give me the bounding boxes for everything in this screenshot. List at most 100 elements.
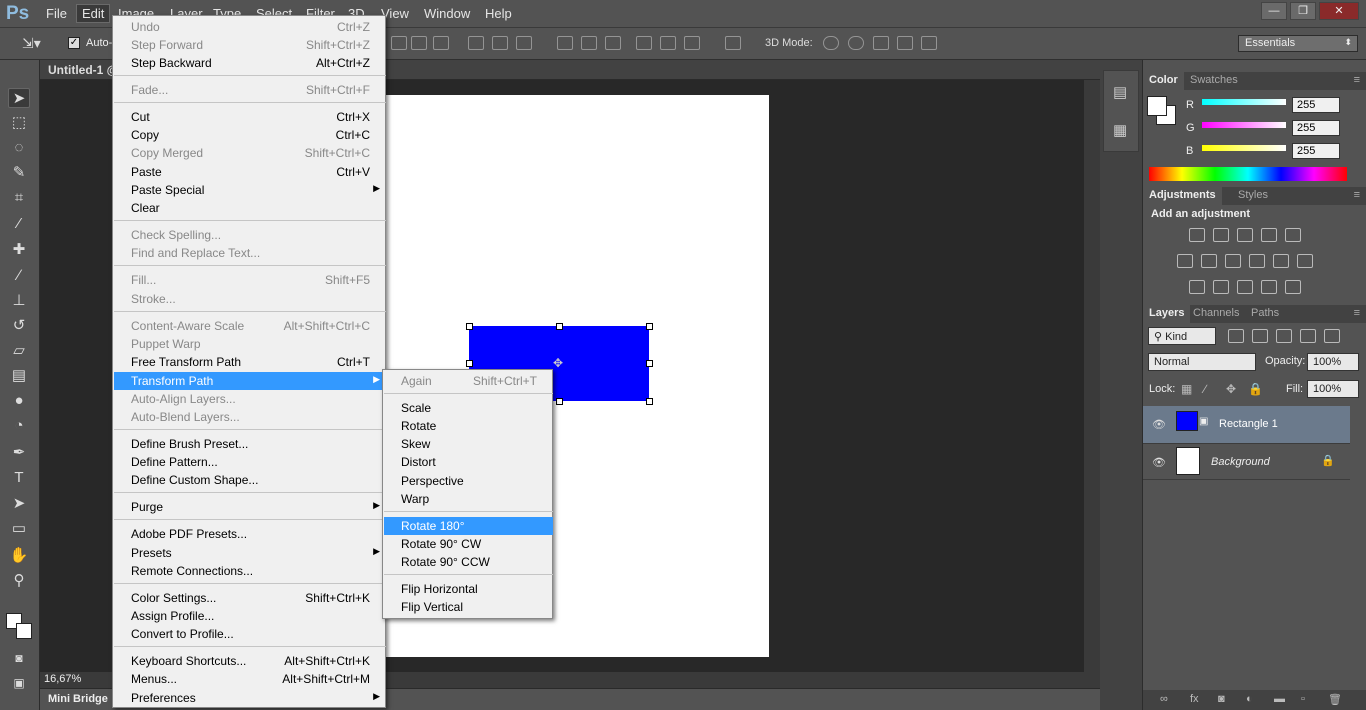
- layer-row[interactable]: 👁 Background 🔒: [1143, 443, 1350, 480]
- brightness-icon[interactable]: [1189, 228, 1205, 242]
- menu-item-menus[interactable]: Menus... Alt+Shift+Ctrl+M: [114, 670, 386, 688]
- menu-help[interactable]: Help: [485, 6, 512, 21]
- menu-item-assign-profile[interactable]: Assign Profile...: [114, 607, 386, 625]
- auto-align-icon[interactable]: [725, 36, 741, 50]
- menu-item-step-backward[interactable]: Step Backward Alt+Ctrl+Z: [114, 54, 386, 72]
- filter-adjustment-icon[interactable]: [1252, 329, 1268, 343]
- menu-item-cut[interactable]: Cut Ctrl+X: [114, 108, 386, 126]
- menu-item-define-pattern[interactable]: Define Pattern...: [114, 453, 386, 471]
- layer-filter-select[interactable]: ⚲ Kind: [1148, 327, 1216, 345]
- link-layers-icon[interactable]: ∞: [1160, 693, 1168, 705]
- menu-item-auto-blend-layers[interactable]: Auto-Blend Layers...: [114, 408, 386, 426]
- menu-item-preferences[interactable]: Preferences ▶: [114, 689, 386, 707]
- menu-item-warp[interactable]: Warp: [384, 490, 553, 508]
- transform-handle[interactable]: [646, 398, 653, 405]
- 3d-scale-icon[interactable]: [921, 36, 937, 50]
- distribute-icon[interactable]: [684, 36, 700, 50]
- blur-tool-icon[interactable]: ●: [8, 391, 30, 411]
- gradient-map-icon[interactable]: [1285, 280, 1301, 294]
- workspace-select[interactable]: Essentials ⬍: [1238, 35, 1358, 52]
- menu-item-clear[interactable]: Clear: [114, 199, 386, 217]
- tab-color[interactable]: Color: [1143, 72, 1184, 90]
- menu-item-flip-vertical[interactable]: Flip Vertical: [384, 598, 553, 616]
- hand-tool-icon[interactable]: ✋: [8, 546, 30, 566]
- color-fg-swatch[interactable]: [1147, 96, 1167, 116]
- lock-position-icon[interactable]: ✥: [1226, 382, 1236, 396]
- marquee-tool-icon[interactable]: ⬚: [8, 113, 30, 133]
- gradient-tool-icon[interactable]: ▤: [8, 366, 30, 386]
- menu-item-auto-align-layers[interactable]: Auto-Align Layers...: [114, 390, 386, 408]
- transform-handle[interactable]: [646, 360, 653, 367]
- blend-mode-select[interactable]: Normal: [1148, 353, 1256, 371]
- 3d-rotate-icon[interactable]: [823, 36, 839, 50]
- color-balance-icon[interactable]: [1201, 254, 1217, 268]
- rectangle-tool-icon[interactable]: ▭: [8, 519, 30, 539]
- photo-filter-icon[interactable]: [1249, 254, 1265, 268]
- layer-name[interactable]: Rectangle 1: [1219, 418, 1278, 430]
- menu-item-remote-connections[interactable]: Remote Connections...: [114, 562, 386, 580]
- menu-item-flip-horizontal[interactable]: Flip Horizontal: [384, 580, 553, 598]
- eraser-tool-icon[interactable]: ▱: [8, 341, 30, 361]
- lock-transparent-icon[interactable]: ▦: [1181, 382, 1192, 396]
- eye-icon[interactable]: 👁: [1152, 456, 1166, 469]
- new-group-icon[interactable]: ▬: [1274, 693, 1285, 705]
- menu-item-perspective[interactable]: Perspective: [384, 472, 553, 490]
- dodge-tool-icon[interactable]: ◔: [8, 416, 30, 436]
- menu-item-again[interactable]: Again Shift+Ctrl+T: [384, 372, 553, 390]
- menu-item-define-custom-shape[interactable]: Define Custom Shape...: [114, 471, 386, 489]
- quick-mask-icon[interactable]: ◙: [8, 648, 30, 668]
- eye-icon[interactable]: 👁: [1152, 418, 1166, 431]
- invert-icon[interactable]: [1189, 280, 1205, 294]
- distribute-icon[interactable]: [557, 36, 573, 50]
- channel-b-value[interactable]: 255: [1292, 143, 1340, 159]
- tab-paths[interactable]: Paths: [1251, 307, 1279, 319]
- type-tool-icon[interactable]: T: [8, 468, 30, 488]
- transform-handle[interactable]: [556, 398, 563, 405]
- new-layer-icon[interactable]: ▫: [1301, 693, 1305, 705]
- posterize-icon[interactable]: [1213, 280, 1229, 294]
- layer-style-icon[interactable]: fx: [1190, 693, 1199, 705]
- menu-item-fade[interactable]: Fade... Shift+Ctrl+F: [114, 81, 386, 99]
- 3d-pan-icon[interactable]: [873, 36, 889, 50]
- path-select-icon[interactable]: ➤: [8, 494, 30, 514]
- minimize-button[interactable]: —: [1261, 2, 1287, 20]
- exposure-icon[interactable]: [1261, 228, 1277, 242]
- align-icon[interactable]: [492, 36, 508, 50]
- 3d-slide-icon[interactable]: [897, 36, 913, 50]
- lasso-tool-icon[interactable]: ◌: [8, 138, 30, 158]
- distribute-icon[interactable]: [605, 36, 621, 50]
- menu-item-paste-special[interactable]: Paste Special ▶: [114, 181, 386, 199]
- tab-styles[interactable]: Styles: [1238, 189, 1268, 201]
- menu-item-puppet-warp[interactable]: Puppet Warp: [114, 335, 386, 353]
- auto-select-checkbox[interactable]: ✓: [68, 37, 80, 49]
- restore-button[interactable]: ❐: [1290, 2, 1316, 20]
- menu-item-rotate-180[interactable]: Rotate 180°: [384, 517, 553, 535]
- zoom-tool-icon[interactable]: ⚲: [8, 571, 30, 591]
- channel-b-slider[interactable]: [1202, 145, 1286, 151]
- channel-g-slider[interactable]: [1202, 122, 1286, 128]
- menu-item-rotate-90-cw[interactable]: Rotate 90° CW: [384, 535, 553, 553]
- quick-select-tool-icon[interactable]: ✎: [8, 163, 30, 183]
- distribute-icon[interactable]: [581, 36, 597, 50]
- menu-item-purge[interactable]: Purge ▶: [114, 498, 386, 516]
- menu-item-check-spelling[interactable]: Check Spelling...: [114, 226, 386, 244]
- 3d-roll-icon[interactable]: [848, 36, 864, 50]
- close-button[interactable]: ✕: [1319, 2, 1359, 20]
- menu-item-convert-to-profile[interactable]: Convert to Profile...: [114, 625, 386, 643]
- menu-item-adobe-pdf-presets[interactable]: Adobe PDF Presets...: [114, 525, 386, 543]
- crop-tool-icon[interactable]: ⌗: [8, 188, 30, 208]
- distribute-icon[interactable]: [636, 36, 652, 50]
- move-tool-icon[interactable]: ➤: [8, 88, 30, 108]
- eyedropper-tool-icon[interactable]: ⁄: [8, 214, 30, 234]
- menu-window[interactable]: Window: [424, 6, 470, 21]
- history-panel-icon[interactable]: ▤: [1113, 83, 1127, 101]
- layer-name[interactable]: Background: [1211, 456, 1270, 468]
- color-spectrum-ramp[interactable]: [1149, 167, 1347, 181]
- move-tool-preset-icon[interactable]: ⇲▾: [22, 35, 41, 52]
- clone-stamp-icon[interactable]: ⊥: [8, 291, 30, 311]
- filter-shape-icon[interactable]: [1300, 329, 1316, 343]
- black-white-icon[interactable]: [1225, 254, 1241, 268]
- channel-r-slider[interactable]: [1202, 99, 1286, 105]
- vibrance-icon[interactable]: [1285, 228, 1301, 242]
- brush-tool-icon[interactable]: ∕: [8, 266, 30, 286]
